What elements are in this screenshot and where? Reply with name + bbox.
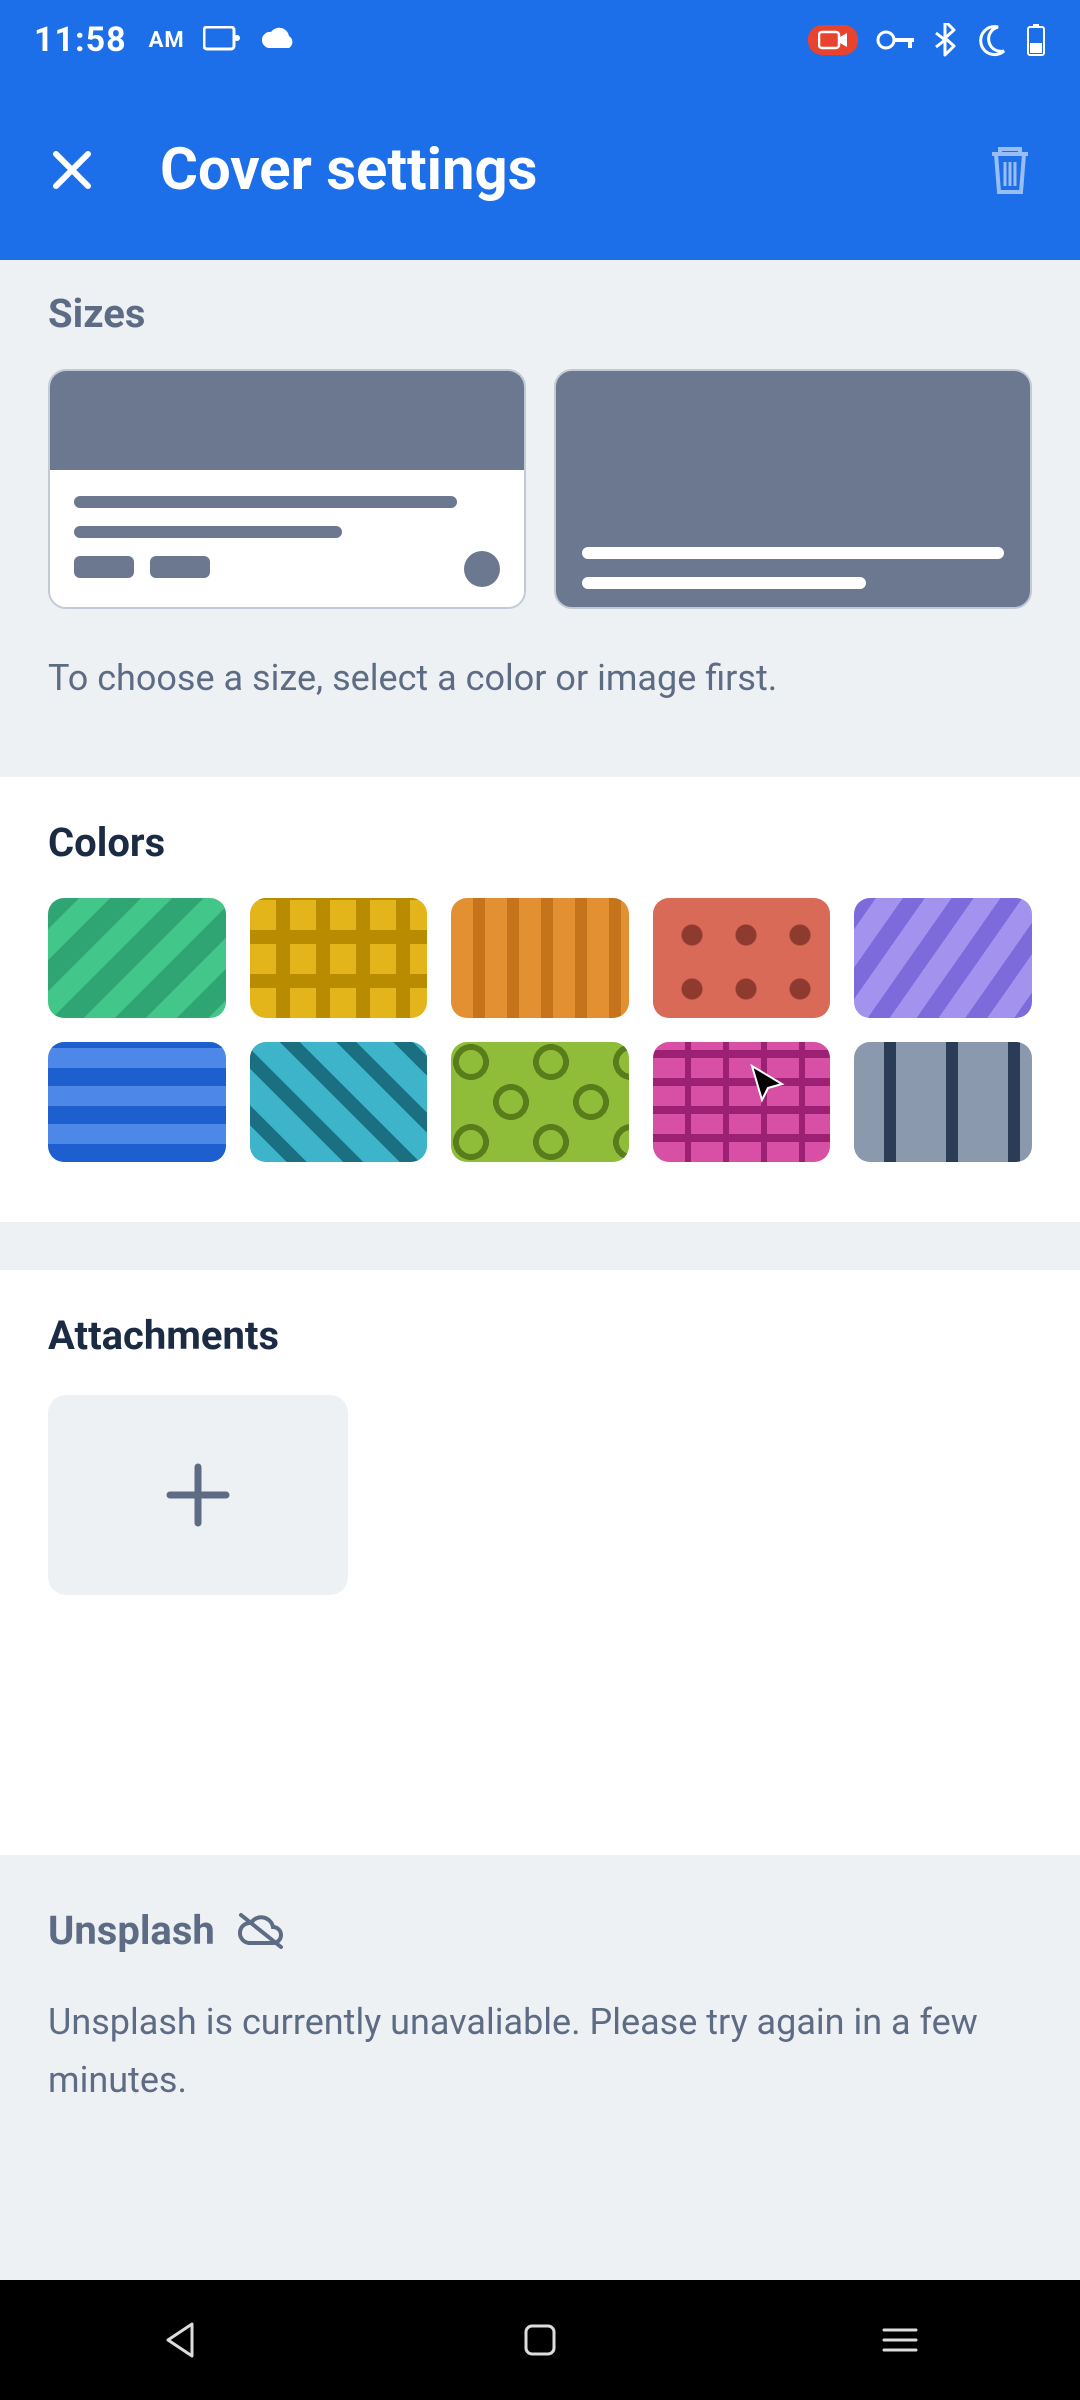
plus-icon (158, 1455, 238, 1535)
add-attachment-button[interactable] (48, 1395, 348, 1595)
color-swatch-orange[interactable] (451, 898, 629, 1018)
unsplash-label: Unsplash (48, 1907, 215, 1954)
cast-icon (203, 26, 241, 54)
sizes-row (48, 369, 1032, 609)
size-half-cover (50, 371, 524, 470)
dnd-moon-icon (974, 23, 1008, 57)
color-swatch-green[interactable] (48, 898, 226, 1018)
color-swatch-red[interactable] (653, 898, 831, 1018)
unsplash-header: Unsplash (48, 1907, 1032, 1954)
nav-back-button[interactable] (150, 2310, 210, 2370)
screen-record-icon (808, 25, 858, 55)
color-swatch-lime[interactable] (451, 1042, 629, 1162)
attachments-section: Attachments (0, 1270, 1080, 1855)
nav-home-button[interactable] (510, 2310, 570, 2370)
size-option-full[interactable] (554, 369, 1032, 609)
close-button[interactable] (40, 138, 104, 202)
unsplash-section: Unsplash Unsplash is currently unavaliab… (0, 1855, 1080, 2149)
battery-icon (1026, 23, 1046, 57)
cloud-off-icon (235, 1911, 287, 1951)
vpn-key-icon (876, 28, 916, 52)
status-ampm: AM (149, 28, 185, 53)
color-swatch-grid (48, 898, 1032, 1162)
status-time: 11:58 (34, 20, 127, 60)
status-left: 11:58 AM (34, 20, 299, 60)
color-swatch-pink[interactable] (653, 1042, 831, 1162)
sizes-section: Sizes To choose a size, select a color o… (0, 260, 1080, 777)
bluetooth-icon (934, 23, 956, 57)
status-bar: 11:58 AM (0, 0, 1080, 80)
color-swatch-slate[interactable] (854, 1042, 1032, 1162)
triangle-back-icon (162, 2320, 198, 2360)
nav-recents-button[interactable] (870, 2310, 930, 2370)
app-bar: Cover settings (0, 80, 1080, 260)
cloud-icon (259, 26, 299, 54)
color-swatch-blue[interactable] (48, 1042, 226, 1162)
colors-section: Colors (0, 777, 1080, 1222)
size-option-half[interactable] (48, 369, 526, 609)
colors-label: Colors (48, 819, 1032, 866)
status-right (808, 23, 1046, 57)
page-title: Cover settings (160, 136, 980, 204)
color-swatch-yellow[interactable] (250, 898, 428, 1018)
square-home-icon (522, 2322, 558, 2358)
system-nav-bar (0, 2280, 1080, 2400)
sizes-hint: To choose a size, select a color or imag… (48, 651, 1032, 705)
sizes-label: Sizes (48, 290, 1032, 337)
size-half-body (50, 470, 524, 607)
color-swatch-teal[interactable] (250, 1042, 428, 1162)
color-swatch-purple[interactable] (854, 898, 1032, 1018)
trash-icon (986, 144, 1034, 196)
attachments-label: Attachments (48, 1312, 1032, 1359)
unsplash-message: Unsplash is currently unavaliable. Pleas… (48, 1994, 1032, 2109)
menu-recents-icon (880, 2324, 920, 2356)
close-icon (48, 146, 96, 194)
delete-button[interactable] (980, 140, 1040, 200)
